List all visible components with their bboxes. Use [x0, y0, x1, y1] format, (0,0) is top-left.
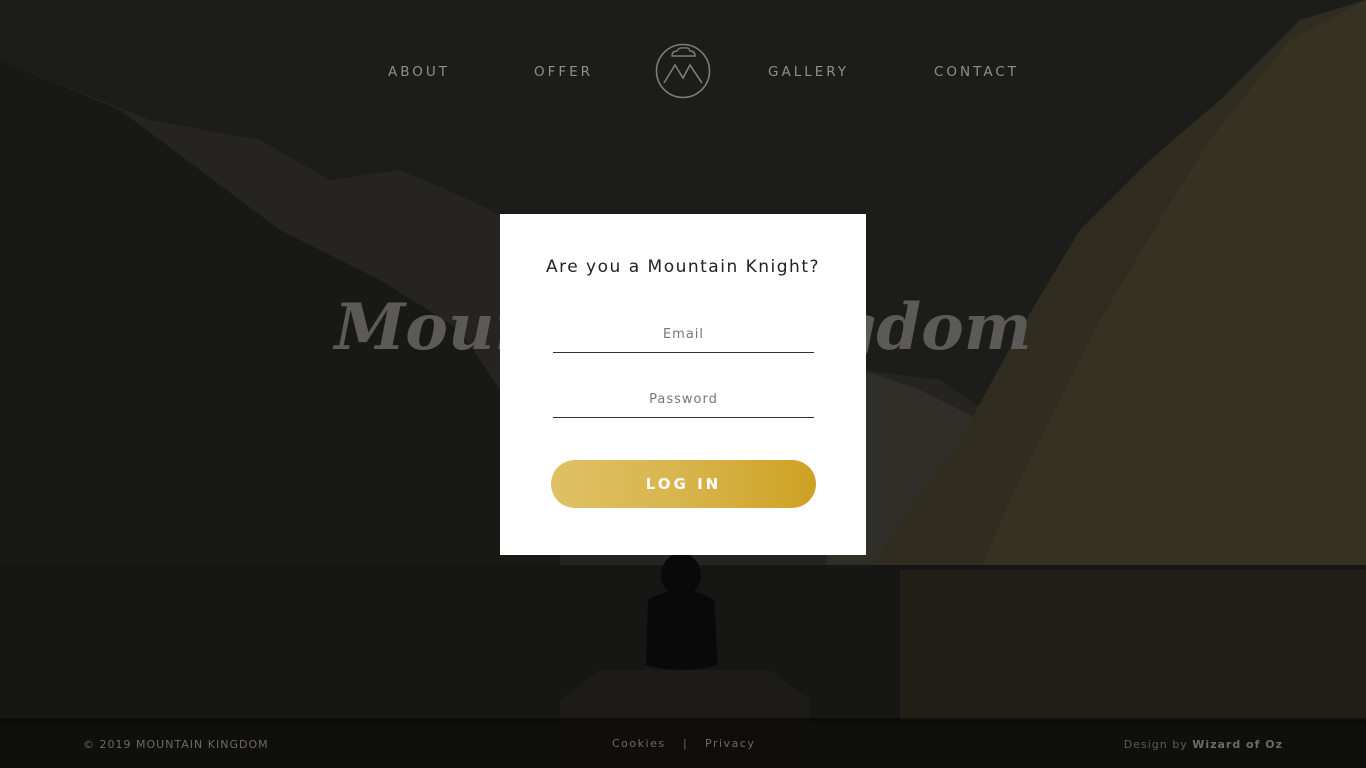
cookies-link[interactable]: Cookies	[612, 737, 666, 750]
footer-separator: |	[683, 737, 689, 750]
nav-link-offer[interactable]: OFFER	[534, 64, 593, 80]
nav-link-contact[interactable]: CONTACT	[934, 64, 1019, 80]
login-modal: Are you a Mountain Knight? LOG IN	[500, 214, 866, 555]
password-field[interactable]	[553, 382, 814, 418]
copyright-text: © 2019 MOUNTAIN KINGDOM	[83, 738, 269, 751]
nav-link-gallery[interactable]: GALLERY	[768, 64, 849, 80]
design-credit-author[interactable]: Wizard of Oz	[1192, 738, 1283, 751]
email-field[interactable]	[553, 317, 814, 353]
privacy-link[interactable]: Privacy	[705, 737, 755, 750]
modal-title: Are you a Mountain Knight?	[545, 257, 821, 277]
footer: © 2019 MOUNTAIN KINGDOM Cookies | Privac…	[0, 718, 1366, 768]
design-credit: Design by Wizard of Oz	[1124, 738, 1283, 751]
login-button[interactable]: LOG IN	[551, 460, 816, 508]
design-credit-prefix: Design by	[1123, 738, 1188, 751]
mountain-logo-icon[interactable]	[655, 43, 711, 99]
top-navigation: ABOUT OFFER GALLERY CONTACT	[0, 40, 1366, 102]
nav-link-about[interactable]: ABOUT	[388, 64, 450, 80]
